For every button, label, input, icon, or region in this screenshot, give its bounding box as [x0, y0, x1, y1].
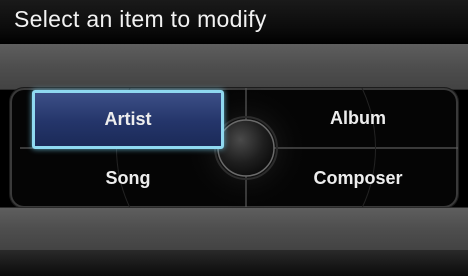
top-divider-band: [0, 44, 468, 90]
bottom-strip: [0, 250, 468, 276]
option-panel: Artist Album Song Composer: [10, 88, 458, 208]
option-album-button[interactable]: Album: [268, 90, 448, 146]
option-song-label: Song: [105, 167, 151, 188]
nav-screen: Select an item to modify Artist Album So…: [0, 0, 468, 276]
dial-knob-icon: [217, 119, 275, 177]
bottom-divider-band: [0, 207, 468, 250]
option-composer-label: Composer: [313, 167, 403, 188]
option-artist-button[interactable]: Artist: [32, 90, 224, 149]
option-composer-button[interactable]: Composer: [268, 150, 448, 206]
option-song-button[interactable]: Song: [32, 150, 224, 206]
page-title: Select an item to modify: [14, 6, 267, 32]
option-artist-label: Artist: [104, 109, 152, 129]
title-bar: Select an item to modify: [0, 0, 468, 44]
option-album-label: Album: [330, 107, 386, 128]
